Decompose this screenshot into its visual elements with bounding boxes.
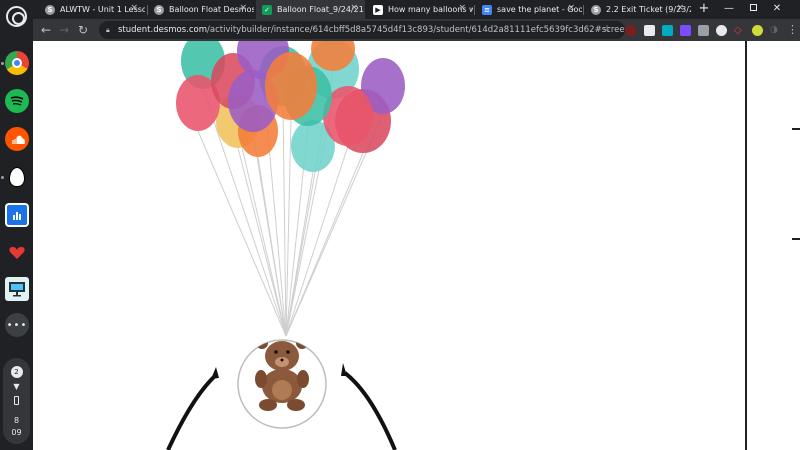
minimize-icon[interactable]: — (719, 0, 739, 19)
new-tab-button[interactable]: + (695, 0, 713, 19)
wifi-icon: ▼ (13, 382, 20, 391)
tab-balloon-float-active[interactable]: ✓ Balloon Float_9/24/21 × (256, 0, 365, 19)
close-icon[interactable]: × (130, 3, 138, 13)
tab-how-many-balloons[interactable]: ▶ How many balloons w × (367, 0, 473, 19)
menu-icon[interactable]: ⋮ (787, 22, 798, 38)
tab-exit-ticket[interactable]: S 2.2 Exit Ticket (9/23/2 × (585, 0, 691, 19)
balloon-string (285, 119, 292, 337)
tab-alwtw[interactable]: S ALWTW - Unit 1 Lesson × (39, 0, 145, 19)
address-bar[interactable]: 🔒︎ student.desmos.com/activitybuilder/in… (99, 21, 625, 39)
balloon-string (252, 131, 287, 337)
extension-icon[interactable] (698, 25, 709, 36)
clock-hour: 8 (13, 416, 20, 425)
teddy-bear-bubble (237, 339, 327, 429)
tab-strip: S ALWTW - Unit 1 Lesson × S Balloon Floa… (33, 0, 800, 19)
close-icon[interactable]: × (567, 3, 575, 13)
tab-divider (583, 5, 584, 15)
status-tray[interactable]: 2 ▼ 8 09 (3, 358, 30, 444)
close-icon[interactable]: × (350, 3, 358, 13)
extension-icon[interactable] (644, 25, 655, 36)
desmos-icon: S (45, 4, 55, 15)
extension-icon[interactable] (716, 25, 727, 36)
right-arc-tip (341, 363, 347, 376)
close-icon[interactable]: × (676, 3, 684, 13)
chrome-icon[interactable] (5, 51, 29, 75)
browser-toolbar: ← → ↻ 🔒︎ student.desmos.com/activitybuil… (33, 19, 800, 41)
egg-icon[interactable] (5, 165, 29, 189)
running-indicator (1, 62, 4, 65)
flag-icon: ▶ (373, 4, 383, 15)
stats-icon[interactable] (5, 203, 29, 227)
back-icon[interactable]: ← (37, 21, 55, 39)
balloon-string (282, 105, 287, 337)
bookmark-star-icon[interactable]: ☆ (599, 22, 615, 38)
battery-icon (3, 396, 30, 407)
heart-icon[interactable] (5, 241, 29, 265)
extension-icon[interactable] (752, 25, 763, 36)
os-shelf: ••• 2 ▼ 8 09 (0, 0, 33, 450)
extension-icon[interactable] (625, 25, 636, 36)
soundcloud-icon[interactable] (5, 127, 29, 151)
maximize-icon[interactable] (743, 0, 763, 19)
docs-icon: ≡ (482, 4, 492, 15)
extension-icon[interactable] (680, 25, 691, 36)
balloon (265, 52, 317, 120)
panel-edge-mark (792, 128, 800, 130)
forward-icon[interactable]: → (55, 21, 73, 39)
right-arc (343, 371, 397, 450)
tab-save-the-planet[interactable]: ≡ save the planet - Goog × (476, 0, 582, 19)
close-icon[interactable]: × (458, 3, 466, 13)
extension-icon[interactable]: ◇ (734, 25, 745, 36)
tab-balloon-float-desmos[interactable]: S Balloon Float Desmos × (148, 0, 254, 19)
lock-icon: 🔒︎ (106, 26, 110, 34)
running-indicator (1, 176, 4, 179)
balloon-bear-illustration (166, 41, 405, 450)
reload-icon[interactable]: ↻ (74, 21, 92, 39)
extension-icon[interactable] (662, 25, 673, 36)
left-arc-tip (211, 367, 219, 379)
more-icon[interactable]: ••• (5, 313, 29, 337)
window-close-icon[interactable]: ✕ (767, 0, 787, 19)
desmos-icon: S (591, 4, 601, 15)
balloon-string (285, 145, 349, 337)
classroom-icon: ✓ (262, 4, 272, 15)
screen-icon[interactable] (5, 277, 29, 301)
close-icon[interactable]: × (239, 3, 247, 13)
url-host: student.desmos.com (118, 25, 208, 35)
desmos-icon: S (154, 4, 164, 15)
clock-minute: 09 (11, 428, 22, 437)
notification-badge[interactable]: 2 (3, 366, 30, 378)
page-content (33, 41, 800, 450)
panel-edge-mark (792, 238, 800, 240)
tab-divider (474, 5, 475, 15)
url-path: /activitybuilder/instance/614cbff5d8a574… (207, 25, 625, 35)
left-arc (166, 373, 218, 450)
spotify-icon[interactable] (5, 89, 29, 113)
extension-icon[interactable]: ◑ (770, 25, 781, 36)
panel-divider[interactable] (745, 41, 747, 450)
launcher-icon[interactable] (6, 6, 27, 27)
